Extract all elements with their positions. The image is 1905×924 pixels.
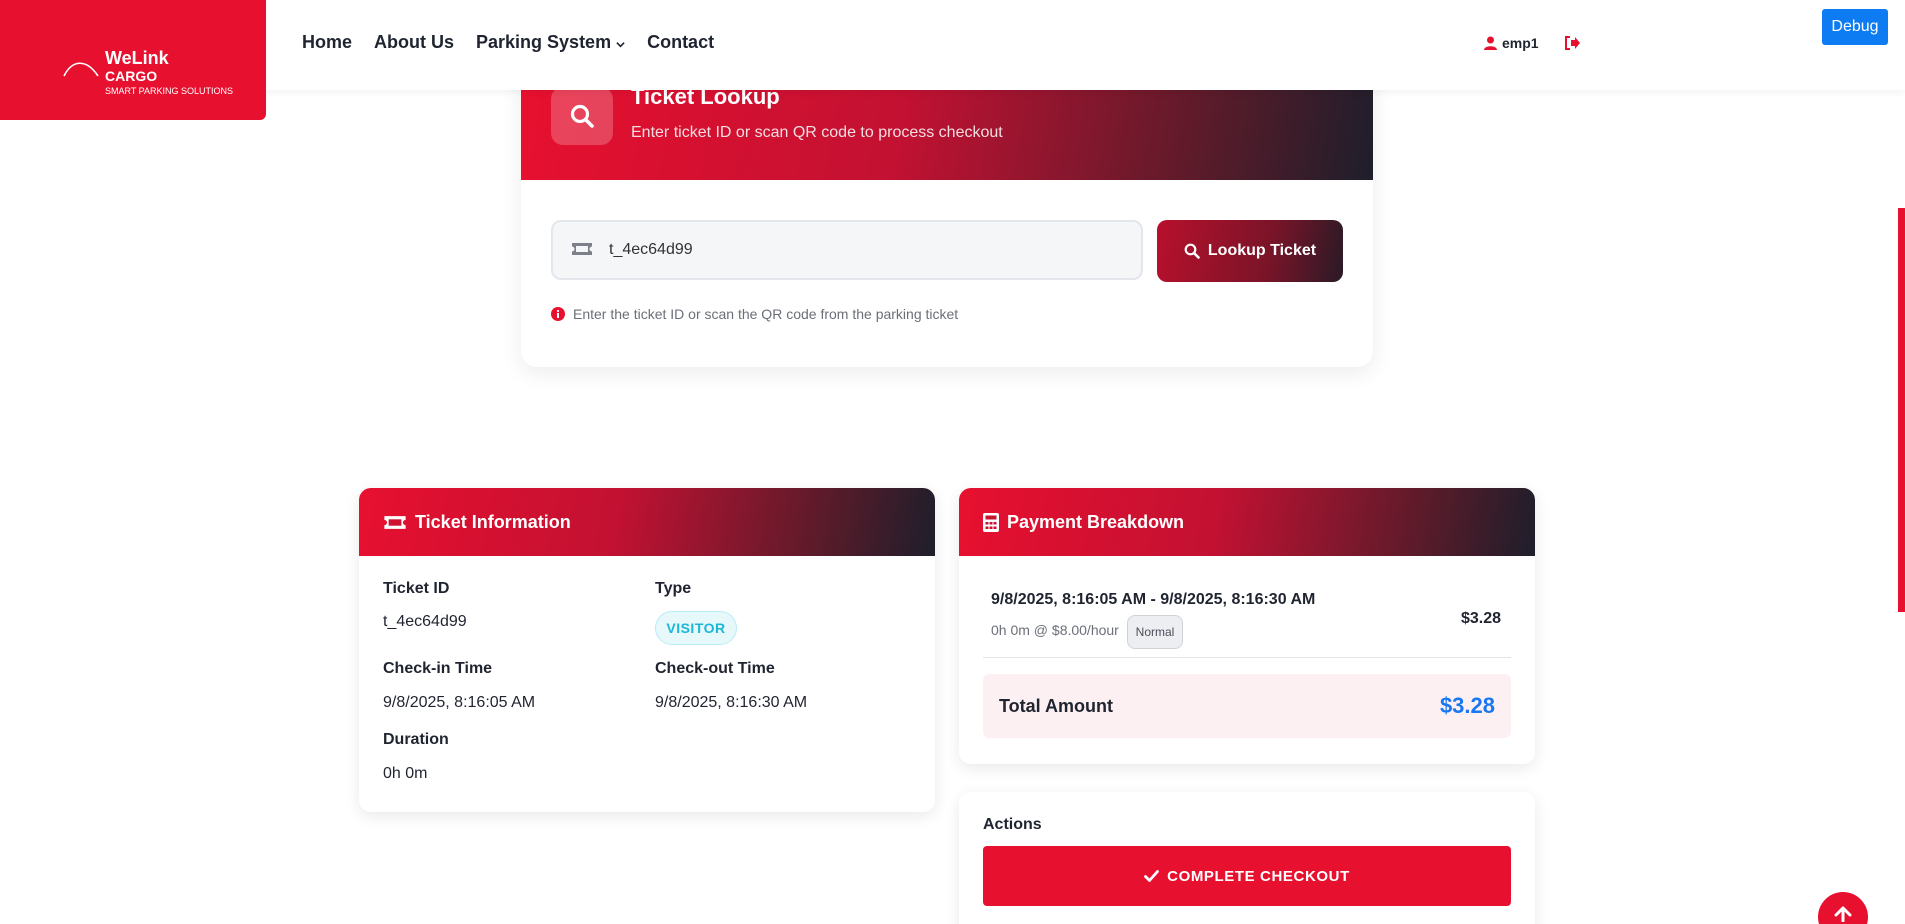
ticket-information-card: Ticket Information Ticket ID t_4ec64d99 …	[359, 488, 935, 812]
ticket-id-value: t_4ec64d99	[383, 613, 467, 630]
nav-about-us-label: About Us	[374, 32, 455, 52]
top-navbar: WeLink CARGO SMART PARKING SOLUTIONS Hom…	[0, 0, 1905, 120]
nav-about-us[interactable]: About Us	[374, 32, 454, 53]
debug-button[interactable]: Debug	[1822, 9, 1888, 45]
lookup-icon-box	[551, 87, 613, 145]
logo-line1: WeLink	[105, 48, 169, 68]
complete-checkout-label: COMPLETE CHECKOUT	[1167, 867, 1350, 885]
info-circle-icon	[551, 307, 565, 321]
lookup-help-text: Enter the ticket ID or scan the QR code …	[551, 306, 958, 322]
arrow-up-icon	[1834, 906, 1852, 922]
type-label: Type	[655, 580, 692, 597]
logout-button[interactable]	[1564, 36, 1580, 55]
search-icon	[570, 104, 594, 128]
type-badge: VISITOR	[655, 611, 737, 645]
scrollbar-thumb[interactable]	[1898, 208, 1905, 612]
search-icon	[1184, 243, 1200, 259]
total-amount-value: $3.28	[1439, 693, 1495, 718]
checkin-value: 9/8/2025, 8:16:05 AM	[383, 694, 536, 711]
line-amount: $3.28	[1461, 610, 1502, 627]
checkin-label: Check-in Time	[383, 660, 493, 677]
brand-logo[interactable]: WeLink CARGO SMART PARKING SOLUTIONS	[0, 0, 266, 120]
lookup-help-label: Enter the ticket ID or scan the QR code …	[573, 306, 959, 322]
rate-type-badge: Normal	[1127, 615, 1183, 649]
logo-tagline: SMART PARKING SOLUTIONS	[105, 86, 234, 96]
calculator-icon	[983, 512, 999, 532]
chevron-down-icon	[616, 41, 625, 47]
payment-breakdown-title: Payment Breakdown	[1007, 511, 1185, 532]
ticket-id-field[interactable]	[551, 220, 1143, 280]
lookup-ticket-label: Lookup Ticket	[1207, 242, 1317, 259]
total-amount-row: Total Amount $3.28	[983, 674, 1511, 738]
user-icon	[1484, 36, 1497, 50]
checkout-label: Check-out Time	[655, 660, 775, 677]
main-nav: Home About Us Parking System Contact	[302, 32, 736, 53]
ticket-information-title: Ticket Information	[415, 511, 571, 532]
nav-parking-system[interactable]: Parking System	[476, 32, 625, 53]
nav-contact-label: Contact	[647, 32, 715, 52]
nav-home-label: Home	[302, 32, 353, 52]
nav-home[interactable]: Home	[302, 32, 352, 53]
lookup-ticket-button[interactable]: Lookup Ticket	[1157, 220, 1343, 282]
payment-breakdown-header: Payment Breakdown	[959, 488, 1535, 556]
payment-time-range: 9/8/2025, 8:16:05 AM - 9/8/2025, 8:16:30…	[991, 591, 1316, 608]
logo-swoosh-icon	[63, 62, 99, 77]
nav-contact[interactable]: Contact	[647, 32, 714, 53]
check-icon	[1144, 870, 1160, 882]
checkout-value: 9/8/2025, 8:16:30 AM	[655, 694, 808, 711]
actions-card: Actions COMPLETE CHECKOUT	[959, 792, 1535, 924]
user-menu[interactable]: emp1	[1484, 35, 1539, 51]
duration-value: 0h 0m	[383, 765, 428, 782]
scroll-to-top-button[interactable]	[1818, 892, 1868, 924]
nav-parking-system-label: Parking System	[476, 32, 612, 52]
lookup-subtitle: Enter ticket ID or scan QR code to proce…	[631, 124, 1003, 141]
complete-checkout-button[interactable]: COMPLETE CHECKOUT	[983, 846, 1511, 906]
ticket-icon	[572, 243, 592, 255]
ticket-lookup-card: Ticket Lookup Enter ticket ID or scan QR…	[521, 60, 1373, 367]
user-name: emp1	[1502, 35, 1539, 51]
ticket-information-header: Ticket Information	[359, 488, 935, 556]
total-amount-label: Total Amount	[999, 696, 1113, 716]
duration-label: Duration	[383, 731, 449, 748]
ticket-id-input[interactable]	[609, 236, 1129, 264]
payment-rate: 0h 0m @ $8.00/hour	[991, 622, 1119, 638]
logo-line2: CARGO	[105, 68, 158, 84]
payment-breakdown-card: Payment Breakdown 9/8/2025, 8:16:05 AM -…	[959, 488, 1535, 764]
actions-title: Actions	[983, 816, 1042, 833]
sign-out-icon	[1565, 36, 1580, 50]
ticket-icon	[384, 515, 406, 529]
payment-divider	[983, 657, 1511, 658]
ticket-id-label: Ticket ID	[383, 580, 450, 597]
